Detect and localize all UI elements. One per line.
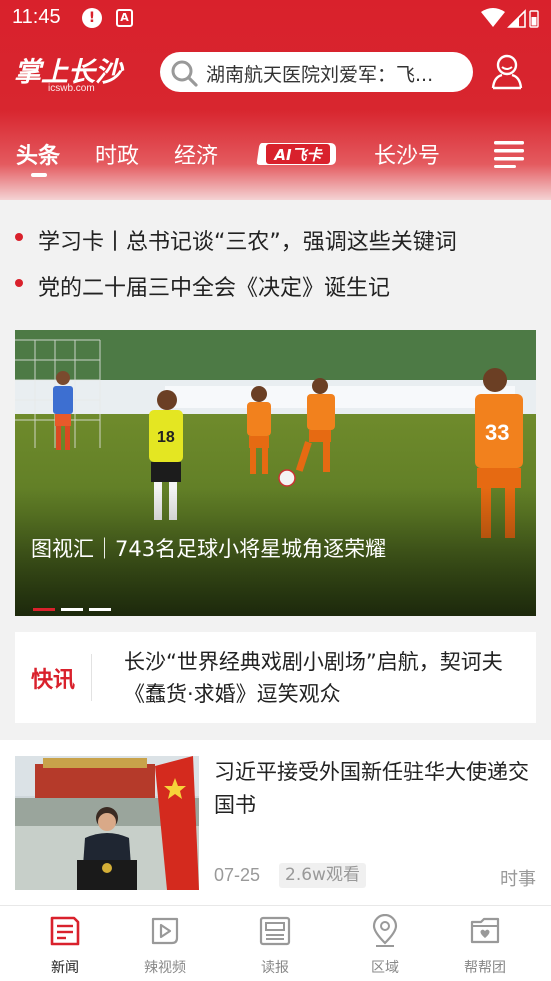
carousel-dot-active — [33, 608, 55, 611]
headline-item[interactable]: 学习卡丨总书记谈“三农”，强调这些关键词 — [38, 224, 457, 256]
folder-heart-icon — [470, 917, 500, 944]
banner-caption: 图视汇｜743名足球小将星城角逐荣耀 — [31, 537, 387, 561]
news-title: 习近平接受外国新任驻华大使递交国书 — [214, 760, 529, 817]
nav-region[interactable]: 区域 — [330, 914, 440, 977]
newspaper-icon — [259, 916, 291, 946]
nav-label: 新闻 — [51, 960, 79, 976]
signal-icon — [507, 9, 526, 28]
search-placeholder: 湖南航天医院刘爱军：飞... — [206, 64, 434, 86]
active-tab-indicator — [31, 173, 47, 177]
flash-text: 长沙“世界经典戏剧小剧场”启航，契诃夫《蠢货·求婚》逗笑观众 — [124, 650, 503, 706]
logo-domain: icswb.com — [48, 83, 95, 94]
news-thumbnail — [15, 756, 199, 890]
nav-label: 辣视频 — [144, 960, 186, 976]
status-bar: 11:45 ! A — [0, 0, 551, 36]
status-time: 11:45 — [12, 6, 61, 28]
menu-icon[interactable] — [494, 140, 524, 172]
nav-label: 区域 — [371, 960, 399, 976]
video-icon — [151, 917, 179, 945]
tab-headlines[interactable]: 头条 — [16, 138, 60, 170]
ai-badge-label: AI飞卡 — [273, 146, 323, 164]
search-bar[interactable]: 湖南航天医院刘爱军：飞... — [160, 52, 473, 92]
alert-icon: ! — [82, 8, 102, 28]
photo-banner[interactable]: 18 33 图视汇｜743名足球小将星城角逐荣耀 — [15, 330, 536, 616]
wifi-icon — [481, 8, 505, 27]
battery-icon — [529, 10, 539, 28]
news-list-item[interactable]: 习近平接受外国新任驻华大使递交国书 07-25 2.6w观看 时事 — [0, 740, 551, 905]
views-badge: 2.6w观看 — [279, 863, 366, 888]
bottom-navigation: 新闻 辣视频 读报 区域 帮帮团 — [0, 905, 551, 981]
nav-video[interactable]: 辣视频 — [110, 914, 220, 977]
carousel-dot — [89, 608, 111, 611]
carousel-dot — [61, 608, 83, 611]
divider — [91, 654, 92, 701]
nav-label: 读报 — [261, 960, 289, 976]
news-icon — [50, 916, 80, 946]
banner-image: 18 33 — [15, 330, 536, 616]
app-notification-icon: A — [116, 9, 133, 27]
flash-label: 快讯 — [31, 668, 76, 693]
tab-changsha-hao[interactable]: 长沙号 — [374, 138, 440, 170]
user-profile-icon[interactable] — [488, 52, 526, 94]
location-icon — [372, 914, 398, 947]
headline-bullet — [15, 279, 23, 287]
flash-news[interactable]: 快讯 长沙“世界经典戏剧小剧场”启航，契诃夫《蠢货·求婚》逗笑观众 — [15, 632, 536, 723]
tab-politics[interactable]: 时政 — [95, 138, 139, 170]
headline-list: 学习卡丨总书记谈“三农”，强调这些关键词 党的二十届三中全会《决定》诞生记 — [0, 200, 551, 316]
nav-label: 帮帮团 — [464, 960, 506, 976]
channel-tabs: 头条 时政 经济 AI飞卡 长沙号 — [0, 132, 551, 178]
carousel-indicator — [33, 596, 117, 615]
news-date: 07-25 — [214, 865, 261, 885]
nav-help-group[interactable]: 帮帮团 — [430, 914, 540, 977]
headline-item[interactable]: 党的二十届三中全会《决定》诞生记 — [38, 270, 390, 302]
headline-bullet — [15, 233, 23, 241]
nav-news[interactable]: 新闻 — [10, 914, 120, 977]
search-icon — [170, 59, 198, 91]
tab-ai-feika[interactable]: AI飞卡 — [256, 141, 338, 167]
tab-economy[interactable]: 经济 — [174, 138, 218, 170]
system-status-icons — [481, 8, 539, 32]
news-category: 时事 — [500, 869, 536, 890]
nav-newspaper[interactable]: 读报 — [220, 914, 330, 977]
header: 11:45 ! A 掌上长沙 icswb.com 湖南航天医院刘爱军：飞... … — [0, 0, 551, 200]
app-logo: 掌上长沙 icswb.com — [14, 50, 122, 94]
